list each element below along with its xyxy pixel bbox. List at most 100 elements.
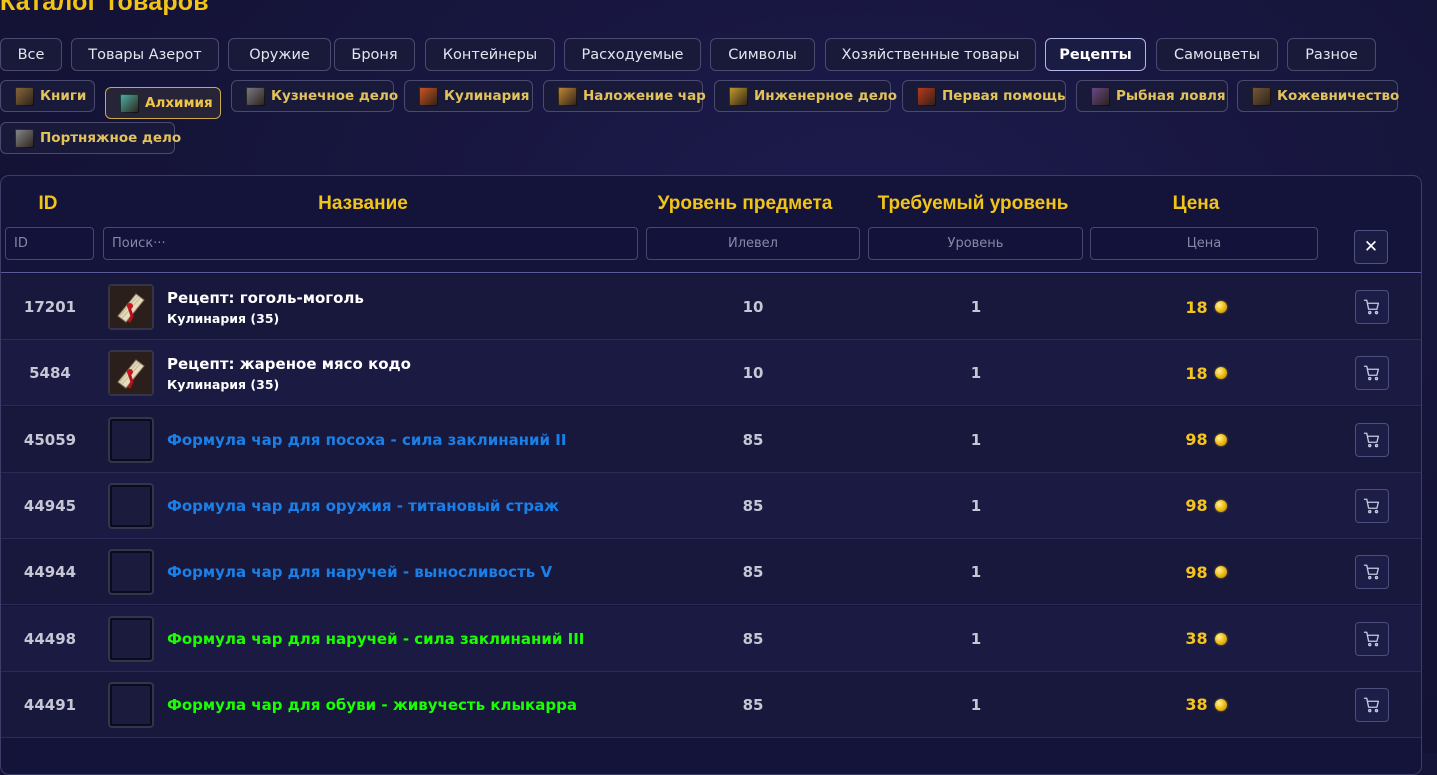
gold-coin-icon	[1214, 698, 1227, 711]
tab-category-label: Контейнеры	[442, 46, 538, 63]
cart-icon	[1363, 298, 1381, 316]
item-level: 85	[742, 629, 764, 648]
tab-category[interactable]: Броня	[334, 38, 415, 71]
tab-subcategory[interactable]: Наложение чар	[543, 80, 706, 112]
cart-icon	[1363, 696, 1381, 714]
column-header-item-level[interactable]: Уровень предмета	[645, 193, 845, 215]
required-level: 1	[970, 496, 982, 515]
tab-category-label: Все	[17, 46, 45, 63]
required-level: 1	[970, 430, 982, 449]
empty-item-icon[interactable]	[108, 549, 154, 596]
search-input[interactable]	[103, 227, 638, 260]
item-name[interactable]: Формула чар для оружия - титановый страж	[167, 497, 559, 515]
empty-item-icon[interactable]	[108, 416, 154, 463]
tab-subcategory-label: Кулинария	[444, 88, 530, 104]
add-to-cart-button[interactable]	[1355, 422, 1389, 457]
tab-category[interactable]: Товары Азерот	[71, 38, 219, 71]
tab-category[interactable]: Расходуемые	[564, 38, 701, 71]
cooking-pot-icon	[419, 86, 438, 106]
item-subtitle: Кулинария (35)	[167, 376, 280, 392]
gold-coin-icon	[1214, 433, 1227, 446]
add-to-cart-button[interactable]	[1355, 356, 1389, 391]
table-row[interactable]: 44945 Формула чар для оружия - титановый …	[1, 472, 1421, 539]
tab-category[interactable]: Символы	[710, 38, 815, 71]
required-level: 1	[970, 695, 982, 714]
clear-filters-button[interactable]: ✕	[1354, 230, 1388, 264]
item-name[interactable]: Формула чар для наручей - сила заклинани…	[167, 630, 584, 648]
tab-subcategory[interactable]: Книги	[0, 80, 95, 112]
tab-subcategory[interactable]: Алхимия	[105, 87, 221, 119]
tab-category-label: Самоцветы	[1173, 46, 1261, 63]
column-header-price[interactable]: Цена	[1141, 193, 1251, 215]
price-filter-input[interactable]	[1090, 227, 1318, 260]
table-row[interactable]: 17201 Рецепт: гоголь-моголь Кулинария (35)…	[1, 274, 1421, 340]
tab-subcategory[interactable]: Первая помощь	[902, 80, 1066, 112]
first-aid-icon	[917, 86, 936, 106]
item-level: 85	[742, 496, 764, 515]
item-name[interactable]: Рецепт: гоголь-моголь	[167, 289, 364, 307]
item-level: 10	[742, 298, 764, 316]
tab-category[interactable]: Самоцветы	[1156, 38, 1278, 71]
gold-coin-icon	[1214, 566, 1227, 579]
id-filter-input[interactable]	[5, 227, 94, 260]
recipe-scroll-icon[interactable]	[108, 284, 154, 330]
item-id: 44491	[23, 695, 77, 714]
table-row[interactable]: 44498 Формула чар для наручей - сила закл…	[1, 605, 1421, 672]
table-row[interactable]: 5484 Рецепт: жареное мясо кодо Кулинария (…	[1, 340, 1421, 407]
tab-category[interactable]: Рецепты	[1045, 38, 1146, 71]
add-to-cart-button[interactable]	[1355, 621, 1389, 656]
tab-subcategory-label: Инженерное дело	[754, 88, 898, 104]
price-value: 18	[1185, 363, 1208, 383]
tab-category-label: Хозяйственные товары	[841, 46, 1020, 63]
recipe-scroll-icon[interactable]	[108, 350, 154, 397]
item-name[interactable]: Формула чар для наручей - выносливость V	[167, 563, 552, 581]
tab-subcategory[interactable]: Кузнечное дело	[231, 80, 398, 112]
tab-category[interactable]: Контейнеры	[425, 38, 555, 71]
item-id: 45059	[23, 430, 77, 449]
add-to-cart-button[interactable]	[1355, 687, 1389, 722]
item-name-cell: Формула чар для оружия - титановый страж	[167, 473, 559, 539]
tab-category[interactable]: Разное	[1287, 38, 1376, 71]
tab-category-label: Расходуемые	[581, 46, 684, 63]
tab-subcategory[interactable]: Кулинария	[404, 80, 533, 112]
table-row[interactable]: 45059 Формула чар для посоха - сила закли…	[1, 406, 1421, 473]
tab-subcategory[interactable]: Рыбная ловля	[1076, 80, 1228, 112]
column-header-required-level[interactable]: Требуемый уровень	[868, 193, 1078, 215]
item-level: 85	[742, 695, 764, 714]
required-level: 1	[970, 298, 982, 316]
table-row[interactable]: 44491 Формула чар для обуви - живучесть к…	[1, 671, 1421, 738]
add-to-cart-button[interactable]	[1355, 555, 1389, 590]
item-level-filter-input[interactable]	[646, 227, 860, 260]
add-to-cart-button[interactable]	[1355, 290, 1389, 324]
tab-category[interactable]: Оружие	[228, 38, 331, 71]
add-to-cart-button[interactable]	[1355, 488, 1389, 523]
tab-category[interactable]: Хозяйственные товары	[825, 38, 1036, 71]
tab-subcategory[interactable]: Инженерное дело	[714, 80, 897, 112]
tab-category-label: Рецепты	[1059, 46, 1132, 63]
item-price: 38	[1151, 672, 1261, 738]
item-price: 38	[1151, 606, 1261, 672]
required-level: 1	[970, 629, 982, 648]
column-header-id[interactable]: ID	[5, 193, 91, 215]
table-row[interactable]: 44944 Формула чар для наручей - выносливо…	[1, 539, 1421, 606]
item-name-cell: Формула чар для посоха - сила заклинаний…	[167, 407, 566, 473]
tab-subcategory[interactable]: Кожевничество	[1237, 80, 1399, 112]
tab-subcategory[interactable]: Портняжное дело	[0, 122, 181, 154]
item-subtitle: Кулинария (35)	[167, 310, 280, 326]
column-header-name[interactable]: Название	[103, 193, 623, 215]
enchanting-scroll-icon	[558, 86, 577, 106]
item-name[interactable]: Формула чар для посоха - сила заклинаний…	[167, 431, 566, 449]
empty-item-icon[interactable]	[108, 681, 154, 728]
item-name[interactable]: Формула чар для обуви - живучесть клыкар…	[167, 696, 577, 714]
price-value: 98	[1185, 562, 1208, 582]
book-icon	[15, 86, 34, 106]
empty-item-icon[interactable]	[108, 615, 154, 662]
price-value: 18	[1185, 297, 1208, 317]
tab-category[interactable]: Все	[0, 38, 62, 71]
item-name[interactable]: Рецепт: жареное мясо кодо	[167, 355, 411, 373]
cart-icon	[1363, 431, 1381, 449]
item-level: 85	[742, 430, 764, 449]
required-level-filter-input[interactable]	[868, 227, 1083, 260]
gold-coin-icon	[1214, 301, 1227, 313]
empty-item-icon[interactable]	[108, 482, 154, 529]
